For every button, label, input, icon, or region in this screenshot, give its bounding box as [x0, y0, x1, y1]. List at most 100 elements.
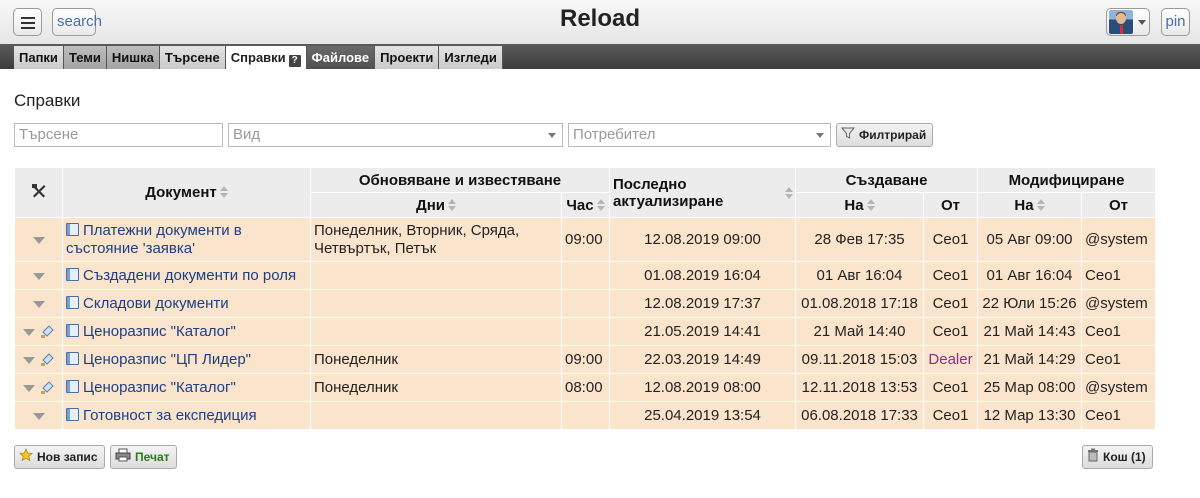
- print-button[interactable]: Печат: [110, 445, 177, 469]
- chevron-down-icon[interactable]: [23, 384, 36, 392]
- search-input[interactable]: Търсене: [14, 123, 223, 147]
- table-row: Платежни документи в състояние 'заявка' …: [14, 217, 1157, 262]
- created-on-cell: 12.11.2018 13:53: [795, 373, 924, 402]
- tab-folders[interactable]: Папки: [14, 46, 64, 69]
- document-link[interactable]: Ценоразпис "Каталог": [83, 323, 236, 340]
- new-record-button[interactable]: Нов запис: [14, 445, 105, 469]
- trash-button[interactable]: Кош (1): [1082, 445, 1153, 469]
- filter-button-label: Филтрирай: [859, 128, 927, 142]
- hour-cell: [561, 289, 610, 318]
- document-icon: [66, 380, 79, 393]
- tab-projects[interactable]: Проекти: [375, 46, 440, 69]
- sort-icon: [596, 198, 605, 211]
- created-on-cell: 09.11.2018 15:03: [795, 345, 924, 374]
- chevron-down-icon[interactable]: [32, 300, 45, 308]
- chevron-down-icon[interactable]: [23, 356, 36, 364]
- tab-reports[interactable]: Справки?: [225, 46, 307, 69]
- modified-on-cell: 21 Май 14:29: [977, 345, 1083, 374]
- filter-button[interactable]: Филтрирай: [836, 123, 934, 147]
- created-by-user[interactable]: Ceo1: [922, 289, 979, 318]
- chevron-down-icon[interactable]: [32, 236, 45, 244]
- created-on-cell: 01.08.2018 17:18: [795, 289, 924, 318]
- created-by-column-header: От: [922, 192, 979, 218]
- document-icon: [66, 296, 79, 309]
- trash-label: Кош (1): [1103, 450, 1146, 464]
- document-icon: [66, 324, 79, 337]
- sort-icon: [219, 186, 228, 198]
- created-by-user[interactable]: Ceo1: [922, 401, 979, 430]
- chevron-down-icon[interactable]: [32, 272, 45, 280]
- created-on-cell: 01 Авг 16:04: [795, 261, 924, 290]
- modified-by-user[interactable]: Ceo1: [1081, 345, 1157, 374]
- days-column-header[interactable]: Дни: [310, 192, 562, 218]
- created-on-column-header[interactable]: На: [795, 192, 924, 218]
- days-column-label: Дни: [416, 196, 445, 214]
- tab-search[interactable]: Търсене: [159, 46, 226, 69]
- actions-header: [14, 167, 63, 218]
- document-link[interactable]: Складови документи: [83, 295, 229, 312]
- tab-views[interactable]: Изгледи: [439, 46, 503, 69]
- modified-by-user[interactable]: Ceo1: [1081, 261, 1157, 290]
- row-actions: [14, 289, 63, 318]
- created-on-column-label: На: [844, 196, 864, 214]
- hour-column-header[interactable]: Час: [561, 192, 610, 218]
- hour-cell: 09:00: [561, 345, 610, 374]
- chevron-down-icon[interactable]: [32, 412, 45, 420]
- document-cell: Ценоразпис "Каталог": [62, 317, 311, 346]
- row-actions: [14, 317, 63, 346]
- user-select-placeholder: Потребител: [573, 126, 656, 143]
- last-update-cell: 21.05.2019 14:41: [609, 317, 796, 346]
- tab-topics[interactable]: Теми: [63, 46, 107, 69]
- reports-table: Документ Обновяване и известяване Послед…: [14, 167, 1157, 430]
- created-by-user[interactable]: Ceo1: [922, 217, 979, 262]
- update-group-header: Обновяване и известяване: [310, 167, 610, 193]
- row-actions: [14, 373, 63, 402]
- hour-cell: [561, 261, 610, 290]
- document-cell: Създадени документи по роля: [62, 261, 311, 290]
- help-icon[interactable]: ?: [288, 55, 301, 67]
- document-column-header[interactable]: Документ: [62, 167, 311, 218]
- pin-button[interactable]: pin: [1161, 8, 1190, 36]
- tab-files[interactable]: Файлове: [306, 46, 376, 69]
- user-menu-button[interactable]: [1106, 8, 1150, 36]
- last-update-cell: 25.04.2019 13:54: [609, 401, 796, 430]
- chevron-down-icon: [816, 133, 824, 138]
- type-select[interactable]: Вид: [228, 123, 563, 147]
- document-cell: Платежни документи в състояние 'заявка': [62, 217, 311, 262]
- document-icon: [66, 352, 79, 365]
- row-actions: [14, 217, 63, 262]
- created-on-cell: 21 Май 14:40: [795, 317, 924, 346]
- modified-by-user[interactable]: Ceo1: [1081, 317, 1157, 346]
- document-icon: [66, 408, 79, 421]
- days-cell: [310, 289, 562, 318]
- app-header: search Reload pin: [0, 0, 1200, 44]
- created-by-user[interactable]: Dealer: [922, 345, 979, 374]
- last-update-cell: 22.03.2019 14:49: [609, 345, 796, 374]
- type-select-placeholder: Вид: [233, 126, 261, 143]
- user-select[interactable]: Потребител: [568, 123, 831, 147]
- last-update-column-header[interactable]: Последно актуализиране: [609, 167, 796, 218]
- modified-group-header: Модифициране: [977, 167, 1157, 193]
- created-on-cell: 28 Фев 17:35: [795, 217, 924, 262]
- created-by-user[interactable]: Ceo1: [922, 317, 979, 346]
- document-link[interactable]: Ценоразпис "ЦП Лидер": [83, 351, 251, 368]
- created-by-user[interactable]: Ceo1: [922, 261, 979, 290]
- modified-by-user[interactable]: Ceo1: [1081, 401, 1157, 430]
- modified-by-cell: @system: [1081, 217, 1157, 262]
- document-link[interactable]: Ценоразпис "Каталог": [83, 379, 236, 396]
- print-label: Печат: [135, 450, 170, 464]
- modified-on-cell: 12 Мар 13:30: [977, 401, 1083, 430]
- document-link[interactable]: Готовност за експедиция: [83, 407, 257, 424]
- document-link[interactable]: Създадени документи по роля: [83, 267, 296, 284]
- days-cell: [310, 261, 562, 290]
- document-link[interactable]: Платежни документи в състояние 'заявка': [66, 222, 242, 257]
- table-row: Складови документи 12.08.2019 17:37 01.0…: [14, 289, 1157, 318]
- modified-on-column-header[interactable]: На: [977, 192, 1083, 218]
- chevron-down-icon[interactable]: [23, 328, 36, 336]
- table-row: Готовност за експедиция 25.04.2019 13:54…: [14, 401, 1157, 430]
- created-by-user[interactable]: Ceo1: [922, 373, 979, 402]
- table-row: Ценоразпис "ЦП Лидер" Понеделник 09:00 2…: [14, 345, 1157, 374]
- tab-bar: Папки Теми Нишка Търсене Справки? Файлов…: [0, 44, 1200, 69]
- tab-thread[interactable]: Нишка: [106, 46, 160, 69]
- modified-on-cell: 21 Май 14:43: [977, 317, 1083, 346]
